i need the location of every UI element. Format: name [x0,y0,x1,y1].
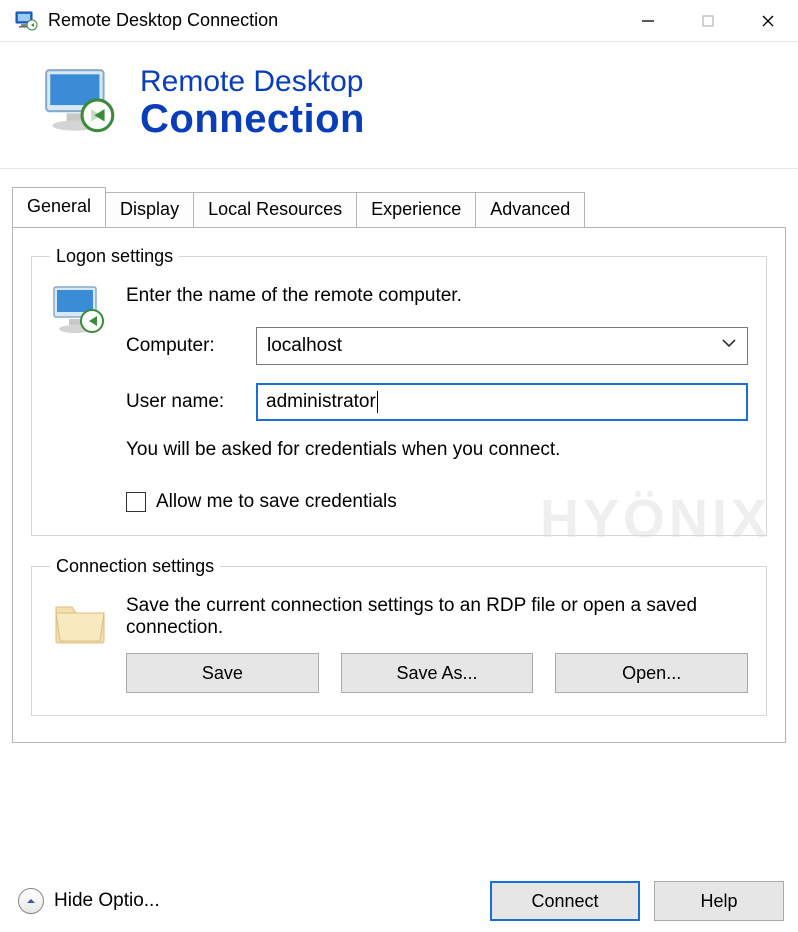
monitor-icon [50,281,110,346]
credentials-note: You will be asked for credentials when y… [126,439,748,461]
logon-settings-group: Logon settings Enter the name of the rem… [31,246,767,536]
username-field[interactable]: administrator [256,383,748,421]
connection-legend: Connection settings [50,556,220,577]
banner-title: Remote Desktop Connection [140,66,365,140]
header-banner: Remote Desktop Connection [0,42,798,169]
footer: Hide Optio... Connect Help [0,870,798,932]
save-as-button[interactable]: Save As... [341,653,534,693]
titlebar: Remote Desktop Connection [0,0,798,42]
window-controls [618,0,798,41]
username-label: User name: [126,391,256,413]
username-value: administrator [266,391,376,413]
tab-display[interactable]: Display [105,192,194,228]
tab-advanced[interactable]: Advanced [475,192,585,228]
connect-button[interactable]: Connect [490,881,640,921]
folder-icon [50,591,110,656]
connection-settings-group: Connection settings Save the current con… [31,556,767,716]
rdp-app-icon [14,9,38,33]
close-button[interactable] [738,0,798,41]
hide-options-label: Hide Optio... [54,890,160,912]
save-credentials-label: Allow me to save credentials [156,491,397,513]
save-credentials-row[interactable]: Allow me to save credentials [126,491,748,513]
save-credentials-checkbox[interactable] [126,492,146,512]
rdp-banner-icon [40,62,122,144]
maximize-button[interactable] [678,0,738,41]
minimize-button[interactable] [618,0,678,41]
computer-label: Computer: [126,335,256,357]
tabs: General Display Local Resources Experien… [12,187,786,227]
tab-experience[interactable]: Experience [356,192,476,228]
open-button[interactable]: Open... [555,653,748,693]
logon-legend: Logon settings [50,246,179,267]
chevron-down-icon [721,335,737,357]
tabstrip: General Display Local Resources Experien… [12,187,786,743]
window-title: Remote Desktop Connection [48,10,618,31]
logon-instruction: Enter the name of the remote computer. [126,285,748,307]
hide-options-button[interactable]: Hide Optio... [18,888,490,914]
save-button[interactable]: Save [126,653,319,693]
text-caret [377,391,378,413]
collapse-arrow-icon [18,888,44,914]
tab-local-resources[interactable]: Local Resources [193,192,357,228]
connection-instruction: Save the current connection settings to … [126,595,748,639]
computer-combobox[interactable]: localhost [256,327,748,365]
tab-panel-general: HYÖNIX Logon settings Enter the name of [12,227,786,743]
banner-line2: Connection [140,98,365,140]
tab-general[interactable]: General [12,187,106,227]
banner-line1: Remote Desktop [140,66,365,98]
help-button[interactable]: Help [654,881,784,921]
computer-value: localhost [267,335,342,357]
